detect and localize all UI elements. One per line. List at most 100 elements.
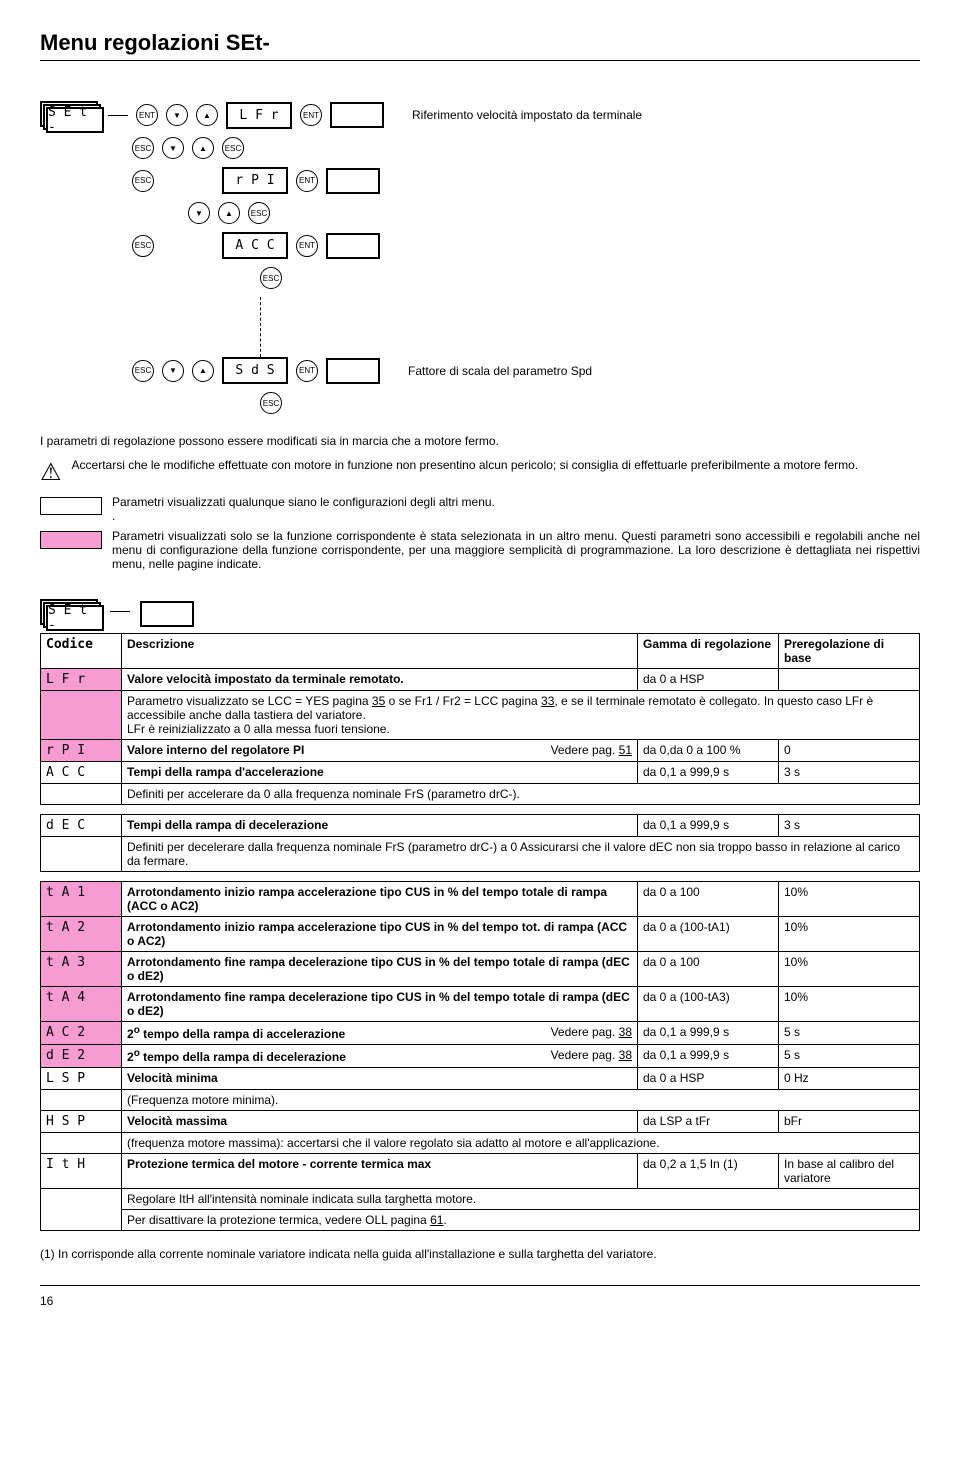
desc-cell: Velocità massima: [122, 1111, 638, 1133]
esc-button: ESC: [222, 137, 244, 159]
esc-button: ESC: [132, 235, 154, 257]
menu-code-box: S E t -: [40, 101, 100, 129]
diagram-label: Fattore di scala del parametro Spd: [408, 364, 592, 378]
code-cell: d E C: [41, 815, 122, 837]
warning-icon: ⚠: [40, 458, 62, 487]
preset-cell: 3 s: [779, 762, 920, 784]
ent-button: ENT: [300, 104, 322, 126]
ent-button: ENT: [136, 104, 158, 126]
value-box: [330, 102, 384, 128]
table-row: d E C Tempi della rampa di decelerazione…: [41, 815, 920, 837]
up-icon: ▲: [192, 360, 214, 382]
page-link[interactable]: 38: [619, 1025, 632, 1039]
range-cell: da 0 a (100-tA1): [638, 917, 779, 952]
preset-cell: 0: [779, 740, 920, 762]
table-row: I t H Protezione termica del motore - co…: [41, 1154, 920, 1189]
table-row: Definiti per accelerare da 0 alla freque…: [41, 784, 920, 805]
desc-cell: 2o tempo della rampa di accelerazioneVed…: [122, 1022, 638, 1045]
range-cell: da 0,1 a 999,9 s: [638, 1045, 779, 1068]
note-cell: Definiti per decelerare dalla frequenza …: [122, 837, 920, 872]
table-row: A C 2 2o tempo della rampa di accelerazi…: [41, 1022, 920, 1045]
param-box: L F r: [226, 102, 292, 129]
code-cell-blank: [41, 691, 122, 740]
esc-button: ESC: [132, 360, 154, 382]
desc-cell: Velocità minima: [122, 1068, 638, 1090]
range-cell: da 0,1 a 999,9 s: [638, 762, 779, 784]
code-cell: t A 1: [41, 882, 122, 917]
value-box: [326, 358, 380, 384]
code-cell: L S P: [41, 1068, 122, 1090]
preset-cell: 10%: [779, 882, 920, 917]
desc-cell: Valore interno del regolatore PIVedere p…: [122, 740, 638, 762]
note-cell: (Frequenza motore minima).: [122, 1090, 920, 1111]
desc-cell: Arrotondamento inizio rampa accelerazion…: [122, 917, 638, 952]
page-link[interactable]: 33: [541, 694, 554, 708]
table-row: Parametro visualizzato se LCC = YES pagi…: [41, 691, 920, 740]
code-cell-blank: [41, 1090, 122, 1111]
code-cell: H S P: [41, 1111, 122, 1133]
legend-text: Parametri visualizzati qualunque siano l…: [112, 495, 495, 523]
code-cell: A C C: [41, 762, 122, 784]
note-cell: Regolare ItH all'intensità nominale indi…: [122, 1189, 920, 1210]
table-row: L F r Valore velocità impostato da termi…: [41, 669, 920, 691]
down-icon: ▼: [188, 202, 210, 224]
preset-cell: 10%: [779, 952, 920, 987]
code-cell-blank: [41, 837, 122, 872]
value-box: [140, 601, 194, 627]
code-cell-blank: [41, 1133, 122, 1154]
desc-cell: Protezione termica del motore - corrente…: [122, 1154, 638, 1189]
table-row: Per disattivare la protezione termica, v…: [41, 1210, 920, 1231]
esc-button: ESC: [260, 392, 282, 414]
param-box: S d S: [222, 357, 288, 384]
up-icon: ▲: [192, 137, 214, 159]
code-cell: d E 2: [41, 1045, 122, 1068]
range-cell: da 0 a (100-tA3): [638, 987, 779, 1022]
ent-button: ENT: [296, 235, 318, 257]
th-code: Codice: [41, 634, 122, 669]
th-preset: Preregolazione di base: [779, 634, 920, 669]
page-number: 16: [40, 1294, 920, 1308]
th-range: Gamma di regolazione: [638, 634, 779, 669]
code-cell: t A 2: [41, 917, 122, 952]
code-cell: t A 3: [41, 952, 122, 987]
esc-button: ESC: [248, 202, 270, 224]
warning-text: Accertarsi che le modifiche effettuate c…: [72, 458, 859, 472]
ent-button: ENT: [296, 360, 318, 382]
params-table: Codice Descrizione Gamma di regolazione …: [40, 633, 920, 1231]
note-cell: Parametro visualizzato se LCC = YES pagi…: [122, 691, 920, 740]
up-icon: ▲: [196, 104, 218, 126]
table-row: (frequenza motore massima): accertarsi c…: [41, 1133, 920, 1154]
table-row: d E 2 2o tempo della rampa di decelerazi…: [41, 1045, 920, 1068]
footnote: (1) In corrisponde alla corrente nominal…: [40, 1247, 920, 1261]
preset-cell: [779, 669, 920, 691]
page-link[interactable]: 61: [430, 1213, 443, 1227]
dashed-line: [260, 297, 262, 357]
table-row: A C C Tempi della rampa d'accelerazione …: [41, 762, 920, 784]
page-link[interactable]: 51: [619, 743, 632, 757]
code-cell: A C 2: [41, 1022, 122, 1045]
page-link[interactable]: 35: [372, 694, 385, 708]
param-box: A C C: [222, 232, 288, 259]
up-icon: ▲: [218, 202, 240, 224]
preset-cell: bFr: [779, 1111, 920, 1133]
down-icon: ▼: [166, 104, 188, 126]
desc-cell: Arrotondamento fine rampa decelerazione …: [122, 987, 638, 1022]
esc-button: ESC: [132, 137, 154, 159]
page-link[interactable]: 38: [619, 1048, 632, 1062]
preset-cell: 5 s: [779, 1045, 920, 1068]
table-row: Definiti per decelerare dalla frequenza …: [41, 837, 920, 872]
range-cell: da 0,2 a 1,5 In (1): [638, 1154, 779, 1189]
desc-cell: Valore velocità impostato da terminale r…: [122, 669, 638, 691]
range-cell: da 0 a 100: [638, 882, 779, 917]
note-cell: Per disattivare la protezione termica, v…: [122, 1210, 920, 1231]
intro-text: I parametri di regolazione possono esser…: [40, 434, 920, 448]
range-cell: da 0,da 0 a 100 %: [638, 740, 779, 762]
table-row: t A 4 Arrotondamento fine rampa decelera…: [41, 987, 920, 1022]
desc-cell: 2o tempo della rampa di decelerazioneVed…: [122, 1045, 638, 1068]
preset-cell: 10%: [779, 917, 920, 952]
range-cell: da 0 a 100: [638, 952, 779, 987]
note-cell: Definiti per accelerare da 0 alla freque…: [122, 784, 920, 805]
note-cell: (frequenza motore massima): accertarsi c…: [122, 1133, 920, 1154]
down-icon: ▼: [162, 360, 184, 382]
page-title: Menu regolazioni SEt-: [40, 30, 920, 56]
